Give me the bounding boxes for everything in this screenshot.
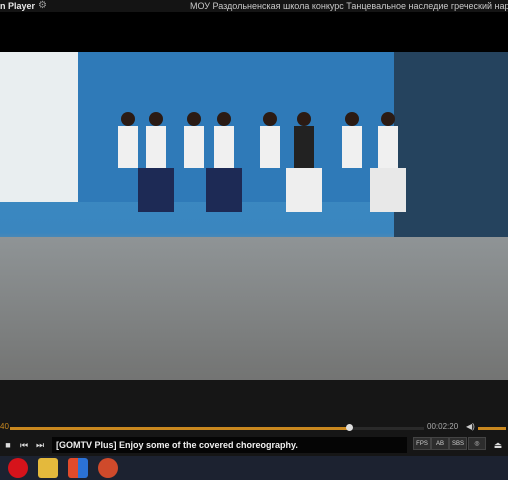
opera-icon[interactable] [8, 458, 28, 478]
volume-slider[interactable] [478, 427, 506, 430]
folder-icon[interactable] [38, 458, 58, 478]
window-in-video [0, 52, 86, 202]
next-icon[interactable]: ⏭ [34, 439, 46, 451]
speaker-icon[interactable]: ◀) [466, 422, 475, 431]
dancer [334, 112, 370, 242]
windows-icon[interactable] [68, 458, 88, 478]
dancer [206, 112, 242, 242]
video-frame[interactable] [0, 52, 508, 380]
dancer [286, 112, 322, 242]
stop-icon[interactable]: ■ [2, 439, 14, 451]
dancer [138, 112, 174, 242]
previous-icon[interactable]: ⏮ [18, 439, 30, 451]
floor [0, 237, 508, 380]
ab-button[interactable]: AB [431, 437, 449, 450]
elapsed-time: 40 [0, 422, 9, 431]
gom-icon[interactable] [98, 458, 118, 478]
seek-knob[interactable] [346, 424, 354, 431]
control-bar: 40 00:02:20 ◀) ■ ⏮ ⏭ [GOMTV Plus] Enjoy … [0, 380, 508, 456]
total-time: 00:02:20 [427, 422, 459, 431]
dancer [370, 112, 406, 242]
playlist-message: [GOMTV Plus] Enjoy some of the covered c… [52, 437, 407, 453]
gear-icon[interactable]: ⚙ [38, 0, 47, 12]
fps-button[interactable]: FPS [413, 437, 431, 450]
app-name: n Player [0, 1, 36, 11]
sbs-button[interactable]: SBS [449, 437, 467, 450]
taskbar [0, 456, 508, 480]
seek-bar[interactable] [10, 424, 424, 431]
right-wall [394, 52, 508, 252]
seek-bar-fill [10, 427, 350, 430]
dancer [252, 112, 288, 242]
video-title: МОУ Раздольненская школа конкурс Танцева… [190, 1, 508, 11]
eject-icon[interactable]: ⏏ [492, 439, 504, 451]
camera-icon[interactable]: ◎ [468, 437, 486, 450]
title-bar: n Player ⚙ МОУ Раздольненская школа конк… [0, 0, 508, 12]
